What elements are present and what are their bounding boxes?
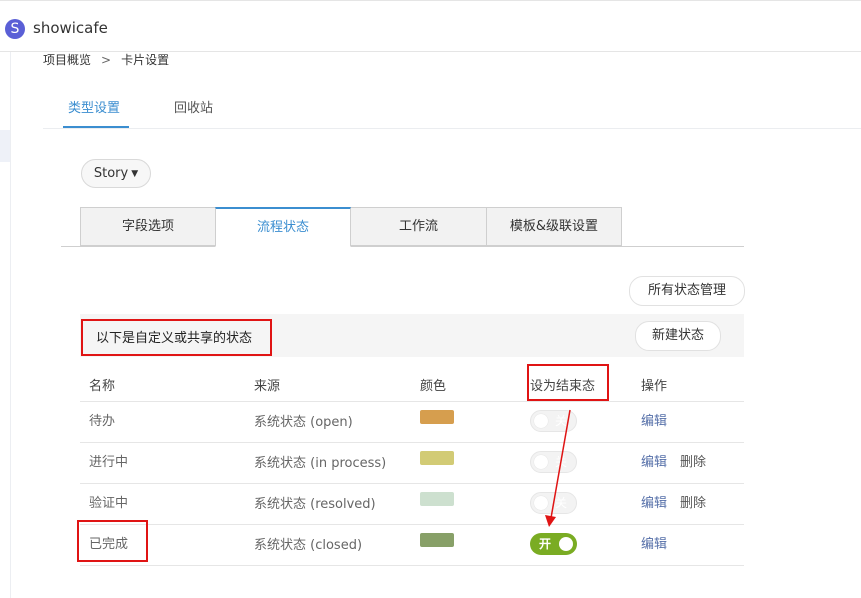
- card-type-dropdown[interactable]: Story ▼: [81, 159, 151, 188]
- column-header-name: 名称: [89, 379, 116, 394]
- tab-type-settings[interactable]: 类型设置: [68, 97, 120, 116]
- card-type-value: Story: [93, 166, 129, 181]
- end-state-toggle[interactable]: 开: [530, 533, 577, 555]
- toggle-label: 关: [555, 455, 568, 469]
- subtab-template-cascade[interactable]: 模板&级联设置: [486, 207, 622, 246]
- edit-link[interactable]: 编辑: [641, 533, 667, 552]
- manage-all-statuses-button[interactable]: 所有状态管理: [629, 276, 745, 306]
- delete-link[interactable]: 删除: [680, 451, 706, 470]
- row-color-swatch[interactable]: [420, 533, 454, 547]
- breadcrumb-item-card-settings: 卡片设置: [121, 53, 170, 67]
- toggle-label: 关: [555, 496, 568, 510]
- active-tab-indicator: [63, 126, 129, 128]
- edit-link[interactable]: 编辑: [641, 451, 667, 470]
- column-header-actions: 操作: [641, 379, 668, 394]
- subtabs-baseline: [61, 246, 744, 247]
- top-bar: S showicafe: [0, 0, 861, 52]
- table-row-divider: [80, 401, 744, 402]
- app-logo-icon[interactable]: S: [5, 19, 25, 39]
- toggle-label: 开: [539, 537, 552, 551]
- row-color-swatch[interactable]: [420, 492, 454, 506]
- highlight-box-end-state-header: [527, 364, 609, 401]
- end-state-toggle[interactable]: 关: [530, 410, 577, 432]
- tab-recycle-bin[interactable]: 回收站: [174, 97, 213, 116]
- app-title: showicafe: [33, 19, 108, 37]
- column-header-color: 颜色: [420, 379, 447, 394]
- table-row-divider: [80, 565, 744, 566]
- toggle-knob: [534, 414, 548, 428]
- breadcrumb-separator: >: [101, 53, 112, 67]
- row-source: 系统状态 (resolved): [254, 497, 376, 512]
- subtab-process-status[interactable]: 流程状态: [215, 207, 351, 247]
- toggle-label: 关: [555, 414, 568, 428]
- column-header-source: 来源: [254, 379, 281, 394]
- subtab-field-options[interactable]: 字段选项: [80, 207, 216, 246]
- highlight-box-completed-row: [77, 520, 148, 562]
- table-row-divider: [80, 483, 744, 484]
- toggle-knob: [559, 537, 573, 551]
- table-row-divider: [80, 524, 744, 525]
- end-state-toggle[interactable]: 关: [530, 451, 577, 473]
- sidebar-active-marker: [0, 130, 10, 162]
- left-sidebar-divider: [10, 52, 11, 598]
- toggle-knob: [534, 496, 548, 510]
- subtab-workflow[interactable]: 工作流: [350, 207, 487, 246]
- row-color-swatch[interactable]: [420, 410, 454, 424]
- end-state-toggle[interactable]: 关: [530, 492, 577, 514]
- row-color-swatch[interactable]: [420, 451, 454, 465]
- row-name: 待办: [89, 414, 116, 429]
- table-row-divider: [80, 442, 744, 443]
- main-tabs-divider: [43, 128, 861, 129]
- row-source: 系统状态 (in process): [254, 456, 387, 471]
- delete-link[interactable]: 删除: [680, 492, 706, 511]
- highlight-box-section-title: [81, 319, 272, 356]
- row-name: 进行中: [89, 455, 129, 470]
- new-status-button[interactable]: 新建状态: [635, 321, 721, 351]
- edit-link[interactable]: 编辑: [641, 410, 667, 429]
- row-source: 系统状态 (open): [254, 415, 353, 430]
- edit-link[interactable]: 编辑: [641, 492, 667, 511]
- caret-down-icon: ▼: [131, 169, 139, 179]
- row-name: 验证中: [89, 496, 129, 511]
- toggle-knob: [534, 455, 548, 469]
- breadcrumb-item-project-overview[interactable]: 项目概览: [43, 51, 91, 68]
- row-source: 系统状态 (closed): [254, 538, 363, 553]
- breadcrumb: 项目概览 > 卡片设置: [43, 51, 169, 68]
